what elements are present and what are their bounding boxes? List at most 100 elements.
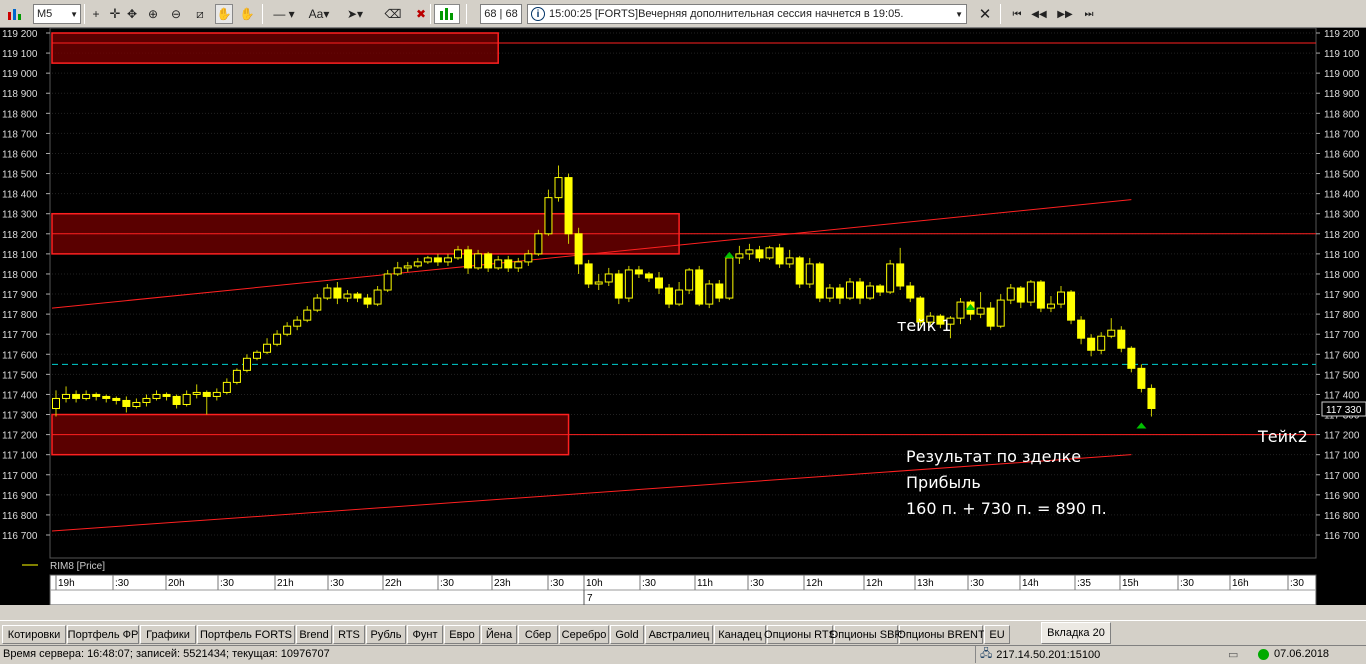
zoom-out-icon[interactable]: ⊖: [168, 4, 184, 24]
y-tick-label-right: 117 700: [1324, 330, 1360, 341]
candle-body: [474, 253, 483, 269]
y-tick-label-right: 117 200: [1324, 431, 1360, 442]
y-tick-label-right: 116 700: [1324, 531, 1360, 542]
x-tick-label: :30: [642, 578, 656, 589]
y-tick-label-right: 119 200: [1324, 29, 1360, 40]
ruler-icon[interactable]: ⧄: [192, 4, 208, 24]
legend-label: RIM8 [Price]: [50, 561, 105, 572]
tab-3[interactable]: Портфель FORTS: [197, 625, 295, 644]
y-tick-label-right: 117 100: [1324, 451, 1360, 462]
take2-label: Тейк2: [1257, 427, 1308, 446]
tab-15[interactable]: Опционы RTS: [764, 625, 836, 644]
tab-4[interactable]: Brend: [296, 625, 332, 644]
text-icon[interactable]: Aa▾: [306, 4, 332, 24]
x-tick-label: 12h: [866, 578, 883, 589]
candle-body: [785, 257, 794, 265]
price-chart[interactable]: 119 200 119 200 119 100 119 100 119 000 119 0…: [0, 27, 1366, 606]
candle-body: [1067, 291, 1076, 321]
x-tick-label: 11h: [697, 578, 713, 589]
plus-icon[interactable]: +: [88, 4, 104, 24]
tab-6[interactable]: Рубль: [366, 625, 406, 644]
candle-body: [524, 253, 533, 263]
timeframe-select[interactable]: M5 ▼: [33, 4, 81, 24]
x-tick-label: 10h: [586, 578, 603, 589]
y-tick-label-left: 119 200: [2, 29, 38, 40]
candle-body: [584, 263, 593, 285]
delete-icon[interactable]: ✖: [410, 4, 432, 24]
tab-12[interactable]: Gold: [610, 625, 644, 644]
tab-7[interactable]: Фунт: [407, 625, 443, 644]
x-tick-label: :30: [220, 578, 234, 589]
y-tick-label-left: 116 800: [2, 511, 38, 522]
pc-icon: ▭: [1228, 649, 1239, 661]
candle-body: [1117, 329, 1126, 349]
last-icon[interactable]: ⏭: [1080, 4, 1098, 24]
connection-address: 217.14.50.201:15100: [996, 648, 1101, 661]
candle-body: [675, 289, 684, 305]
candle-body: [383, 273, 392, 291]
candle-body: [423, 257, 432, 263]
candle-body: [1137, 367, 1146, 389]
connection-panel: 🖧 217.14.50.201:15100: [975, 646, 1215, 663]
chart-canvas[interactable]: 119 200 119 200 119 100 119 100 119 000 119 0…: [0, 27, 1366, 606]
y-tick-label-left: 118 600: [2, 149, 38, 160]
candle-body: [1016, 287, 1025, 303]
candle-body: [1077, 319, 1086, 339]
candle-body: [886, 263, 895, 293]
tab-5[interactable]: RTS: [333, 625, 365, 644]
y-tick-label-left: 118 300: [2, 210, 38, 221]
tab-17[interactable]: Опционы BRENT: [897, 625, 985, 644]
tab-19[interactable]: Вкладка 20: [1041, 622, 1111, 644]
candle-body: [192, 391, 201, 395]
candle-body: [464, 249, 473, 269]
candle-body: [504, 259, 513, 269]
next-icon[interactable]: ▶▶: [1056, 4, 1074, 24]
y-tick-label-left: 117 200: [2, 431, 38, 442]
x-tick-label: 16h: [1232, 578, 1249, 589]
tab-16[interactable]: Опционы SBR: [830, 625, 902, 644]
eraser-icon[interactable]: ⌫: [382, 4, 404, 24]
candle-body: [52, 397, 60, 409]
x-tick-label: 15h: [1122, 578, 1139, 589]
candle-body: [253, 351, 261, 359]
tab-0[interactable]: Котировки: [2, 625, 66, 644]
last-price-label: 117 330: [1326, 405, 1362, 416]
hand-icon[interactable]: ✋: [238, 4, 256, 24]
y-tick-label-right: 118 900: [1324, 89, 1360, 100]
prev-icon[interactable]: ◀◀: [1030, 4, 1048, 24]
candle-body: [554, 177, 563, 199]
candle-body: [624, 269, 633, 299]
candle-body: [534, 233, 543, 255]
tab-2[interactable]: Графики: [140, 625, 196, 644]
status-bar: Время сервера: 16:48:07; записей: 552143…: [0, 645, 1366, 663]
tab-1[interactable]: Портфель ФР: [67, 625, 139, 644]
tab-9[interactable]: Йена: [481, 625, 517, 644]
crosshair-icon[interactable]: ✛: [107, 4, 123, 24]
candle-body: [152, 393, 161, 399]
x-tick-label: :30: [330, 578, 344, 589]
chart-type-icon[interactable]: [434, 4, 460, 24]
tab-11[interactable]: Серебро: [559, 625, 609, 644]
candle-body: [665, 287, 674, 305]
y-tick-label-left: 118 100: [2, 250, 38, 261]
x-tick-label: 19h: [58, 578, 75, 589]
tab-10[interactable]: Сбер: [518, 625, 558, 644]
y-tick-label-left: 116 700: [2, 531, 38, 542]
message-select[interactable]: i 15:00:25 [FORTS]Вечерняя дополнительна…: [527, 4, 967, 24]
line-icon[interactable]: — ▾: [267, 4, 301, 24]
x-tick-label: 22h: [385, 578, 402, 589]
tab-13[interactable]: Австралиец: [645, 625, 713, 644]
candle-body: [956, 301, 965, 319]
chart-icon[interactable]: [2, 4, 28, 24]
close-icon[interactable]: ✕: [975, 4, 995, 24]
tab-14[interactable]: Канадец: [714, 625, 766, 644]
candle-body: [1036, 281, 1045, 309]
first-icon[interactable]: ⏮: [1008, 4, 1026, 24]
zoom-in-icon[interactable]: ⊕: [145, 4, 161, 24]
cursor-icon[interactable]: ➤▾: [342, 4, 368, 24]
x-tick-label: 23h: [494, 578, 511, 589]
move-icon[interactable]: ✥: [124, 4, 140, 24]
hand-icon[interactable]: ✋: [215, 4, 233, 24]
tab-18[interactable]: EU: [984, 625, 1010, 644]
tab-8[interactable]: Евро: [444, 625, 480, 644]
